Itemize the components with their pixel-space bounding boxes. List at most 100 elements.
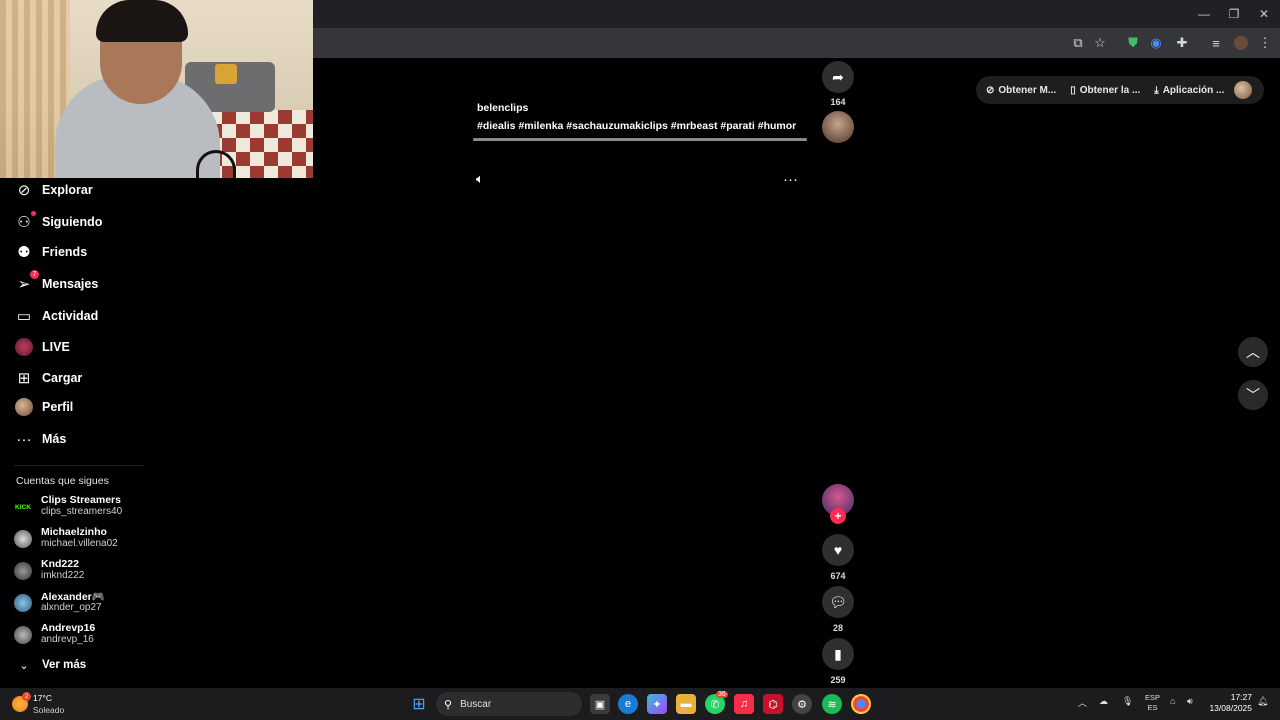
previous-video-button[interactable]: ︿ [1238, 337, 1268, 367]
sidebar-item-label: Mensajes [42, 277, 99, 291]
activity-icon: ▭ [16, 308, 32, 325]
coin-icon: ⊘ [986, 84, 995, 96]
profile-avatar-icon[interactable] [1232, 34, 1250, 52]
following-section-title: Cuentas que sigues [16, 475, 109, 487]
account-avatar [14, 530, 32, 548]
chrome-browser-icon[interactable] [851, 694, 871, 714]
close-button[interactable]: ✕ [1248, 0, 1280, 28]
video-author[interactable]: belenclips [477, 102, 528, 114]
edge-browser-icon[interactable]: e [618, 694, 638, 714]
webcam-person-hair [96, 0, 188, 42]
language-indicator[interactable]: ESP ES [1145, 693, 1160, 713]
music-disc-avatar[interactable] [822, 111, 854, 143]
sidebar-item-label: Siguiendo [42, 215, 103, 229]
chevron-down-icon: ﹀ [1246, 387, 1260, 403]
account-name: Knd222 [41, 558, 79, 570]
phone-icon: ▯ [1070, 84, 1076, 96]
volume-icon[interactable]: 🔈︎ [476, 171, 494, 187]
pdf-app-icon[interactable]: ⌬ [763, 694, 783, 714]
desktop-app-button[interactable]: ⤓ Aplicación ... [1154, 85, 1224, 96]
shield-extension-icon[interactable]: ⛊ [1124, 34, 1142, 52]
windows-taskbar [0, 688, 1280, 720]
user-avatar[interactable] [1234, 81, 1252, 99]
sidebar-item-label: Más [42, 432, 67, 446]
live-icon [14, 337, 34, 357]
speaker-icon[interactable]: 🔊︎ [1187, 696, 1193, 707]
extensions-icon[interactable]: ✚ [1173, 34, 1191, 52]
compass-icon: ⊘ [17, 182, 31, 199]
network-icon[interactable]: ⌂ [1170, 696, 1175, 706]
media-control-icon[interactable]: ≡ [1207, 34, 1225, 52]
weather-condition[interactable]: Soleado [33, 705, 64, 715]
account-avatar [14, 562, 32, 580]
clock-time: 17:27 [1230, 692, 1252, 702]
search-placeholder: Buscar [460, 698, 492, 710]
sidebar-item-explorar[interactable]: ⊘ Explorar [14, 178, 93, 202]
get-app-label: Obtener la ... [1079, 84, 1141, 96]
account-name: Clips Streamers [41, 494, 121, 506]
account-name: Andrevp16 [41, 622, 96, 634]
minimize-button[interactable]: — [1188, 0, 1220, 28]
more-options-icon[interactable]: ··· [783, 171, 803, 188]
file-explorer-icon[interactable]: ▬ [676, 694, 696, 714]
video-progress-bar[interactable] [473, 138, 807, 141]
send-message-icon: ➢ 7 [14, 270, 39, 294]
account-username: clips_streamers40 [41, 506, 123, 517]
bookmark-star-icon[interactable]: ☆ [1091, 34, 1109, 52]
see-more-label: Ver más [42, 659, 87, 671]
sidebar-item-live[interactable]: LIVE [14, 335, 70, 359]
sidebar-item-cargar[interactable]: ⊞ Cargar [14, 366, 83, 390]
install-app-icon[interactable]: ⧉ [1069, 34, 1087, 52]
more-dots-icon: ··· [16, 430, 32, 448]
settings-app-icon[interactable]: ⚙ [792, 694, 812, 714]
webcam-overlay [0, 0, 313, 178]
audio-extension-icon[interactable]: ◉ [1147, 34, 1165, 52]
user-follow-icon: ⚇ [14, 211, 36, 232]
video-progress-fill [473, 138, 807, 141]
microphone-icon[interactable]: 🎙︎ [1122, 696, 1133, 707]
sidebar-item-label: Cargar [42, 371, 83, 385]
sidebar-item-mas[interactable]: ··· Más [14, 427, 67, 451]
sidebar-item-perfil[interactable]: Perfil [14, 395, 73, 419]
sidebar-item-label: LIVE [42, 340, 70, 354]
next-video-button[interactable]: ﹀ [1238, 380, 1268, 410]
comment-count: 28 [832, 623, 843, 633]
sidebar-divider [14, 465, 144, 466]
account-username: alxnder_op27 [41, 602, 102, 613]
clock-date: 13/08/2025 [1209, 703, 1252, 713]
copilot-icon[interactable]: ✦ [647, 694, 667, 714]
restore-button[interactable]: ❐ [1218, 0, 1250, 28]
download-icon: ⤓ [1154, 84, 1159, 96]
notifications-icon[interactable]: 🔔︎ [1257, 696, 1268, 707]
bookmark-icon[interactable]: ▮ [822, 638, 854, 670]
follow-plus-icon[interactable]: + [830, 508, 846, 524]
share-icon[interactable]: ➦ [822, 61, 854, 93]
spotify-icon[interactable]: ≋ [822, 694, 842, 714]
profile-avatar [14, 397, 34, 417]
weather-temperature[interactable]: 17°C [33, 693, 52, 703]
sidebar-item-actividad[interactable]: ▭ Actividad [14, 304, 98, 328]
sidebar-item-siguiendo[interactable]: ⚇ Siguiendo [14, 210, 102, 234]
sidebar-item-friends[interactable]: ⚉ Friends [14, 240, 87, 264]
system-clock[interactable]: 17:27 13/08/2025 [1208, 692, 1252, 714]
language-label: ESP [1145, 693, 1161, 702]
task-view-icon[interactable]: ▣ [590, 694, 610, 714]
heart-icon[interactable]: ♥ [822, 534, 854, 566]
apple-music-icon[interactable]: ♫ [734, 694, 754, 714]
upload-plus-icon: ⊞ [17, 370, 31, 387]
see-more-button[interactable]: ⌄ Ver más [14, 653, 86, 677]
messages-badge: 7 [30, 270, 39, 279]
taskbar-search[interactable]: ⚲ Buscar [436, 692, 582, 716]
comment-icon[interactable]: 💬︎ [822, 586, 854, 618]
video-hashtags[interactable]: #diealis #milenka #sachauzumakiclips #mr… [477, 120, 796, 132]
browser-menu-icon[interactable]: ⋮ [1256, 34, 1274, 52]
sidebar-item-label: Perfil [42, 400, 74, 414]
chevron-up-tray-icon[interactable]: ︿ [1078, 696, 1087, 709]
windows-start-icon[interactable]: ⊞ [409, 694, 429, 714]
weather-badge: 2 [22, 692, 31, 701]
get-app-button[interactable]: ▯ Obtener la ... [1070, 85, 1140, 96]
get-coins-button[interactable]: ⊘ Obtener M... [986, 85, 1056, 96]
sidebar-item-mensajes[interactable]: ➢ 7 Mensajes [14, 270, 98, 296]
account-avatar [14, 594, 32, 612]
onedrive-cloud-icon[interactable]: ☁ [1099, 696, 1108, 707]
